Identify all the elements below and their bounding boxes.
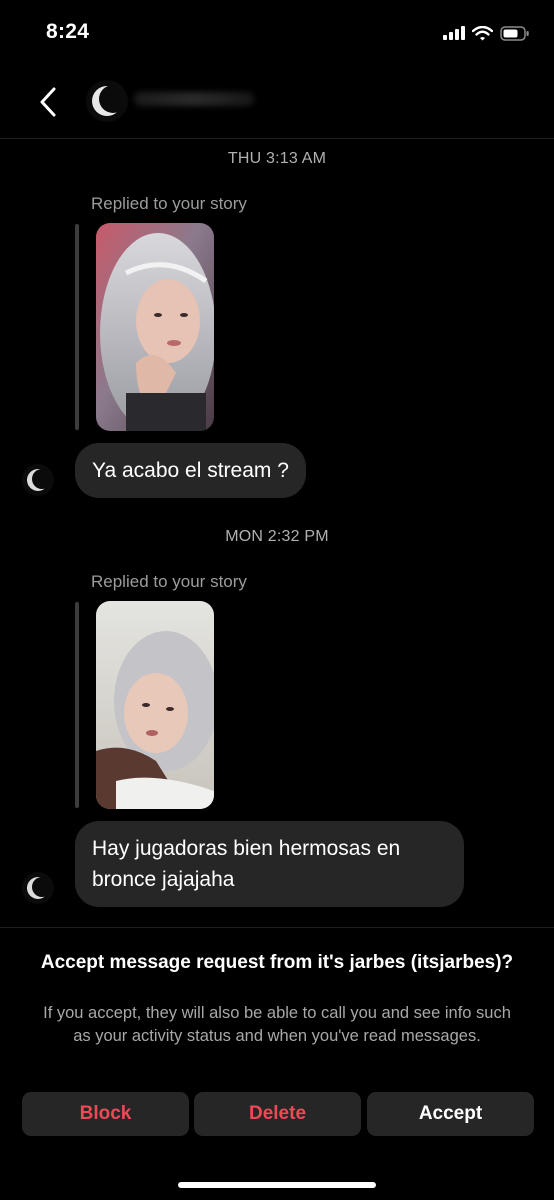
battery-icon [500, 25, 529, 41]
status-icons [443, 22, 530, 44]
message-bubble[interactable]: Hay jugadoras bien hermosas en bronce ja… [75, 821, 464, 907]
request-divider [0, 927, 554, 928]
contact-name-redacted[interactable] [134, 92, 254, 106]
reply-indicator-bar [75, 602, 79, 808]
accept-button[interactable]: Accept [367, 1092, 534, 1136]
replied-to-story-label: Replied to your story [91, 572, 247, 591]
story-thumbnail[interactable] [96, 223, 214, 431]
message-bubble[interactable]: Ya acabo el stream ? [75, 443, 306, 498]
back-chevron-icon[interactable] [34, 84, 64, 120]
request-description: If you accept, they will also be able to… [43, 1004, 511, 1045]
timestamp: MON 2:32 PM [225, 528, 329, 545]
contact-avatar[interactable] [86, 80, 128, 122]
story-thumbnail[interactable] [96, 601, 214, 809]
sender-avatar[interactable] [22, 464, 54, 496]
timestamp: THU 3:13 AM [227, 150, 327, 167]
signal-icon [443, 26, 465, 40]
status-time: 8:24 [46, 20, 90, 43]
block-button[interactable]: Block [22, 1092, 189, 1136]
home-indicator [178, 1182, 376, 1188]
request-title: Accept message request from it's jarbes … [40, 952, 514, 973]
reply-indicator-bar [75, 224, 79, 430]
header-divider [0, 138, 554, 139]
wifi-icon [472, 25, 493, 40]
sender-avatar[interactable] [22, 872, 54, 904]
delete-button[interactable]: Delete [194, 1092, 361, 1136]
replied-to-story-label: Replied to your story [91, 194, 247, 213]
